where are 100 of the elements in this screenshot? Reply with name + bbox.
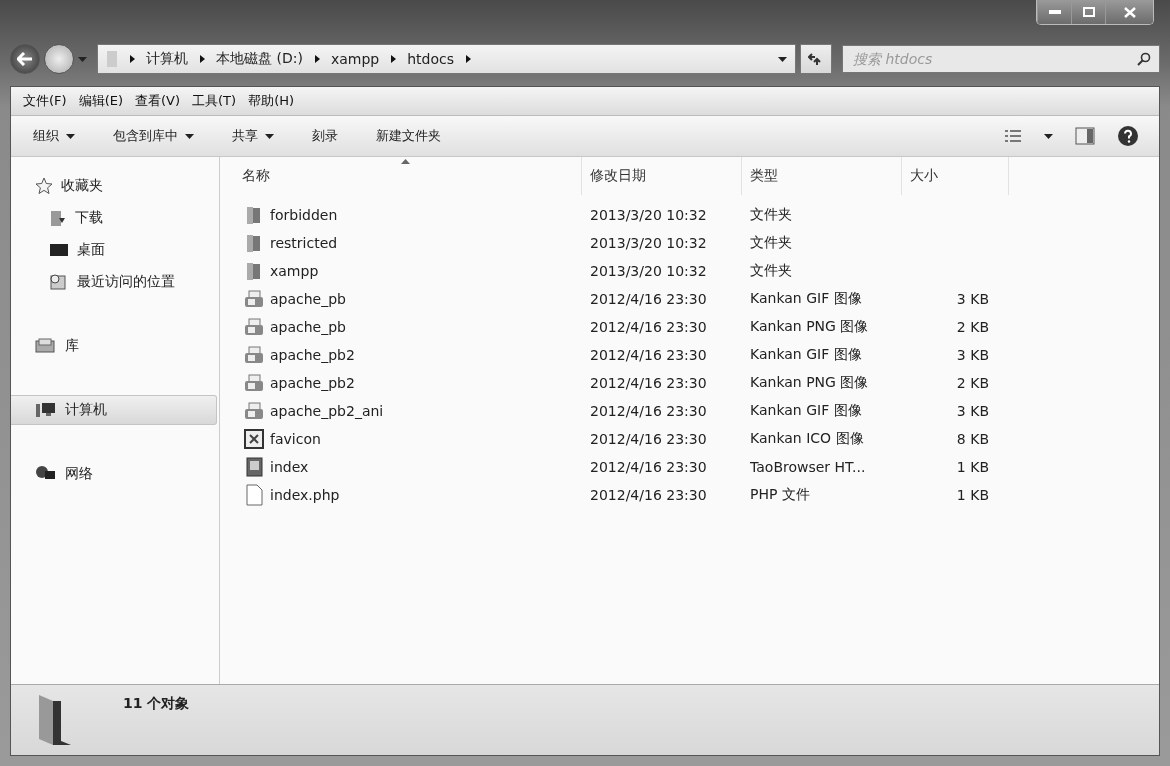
nav-item[interactable]: 收藏夹 <box>11 171 217 201</box>
nav-item[interactable]: 网络 <box>11 459 217 489</box>
file-size: 3 KB <box>956 291 989 307</box>
back-arrow-icon <box>17 52 33 66</box>
column-header[interactable]: 类型 <box>742 157 902 195</box>
file-name[interactable]: restricted <box>270 235 338 251</box>
library-icon <box>35 337 57 355</box>
file-type: Kankan GIF 图像 <box>750 290 862 308</box>
refresh-button[interactable] <box>800 44 832 74</box>
nav-label: 计算机 <box>65 401 107 419</box>
forward-button[interactable] <box>44 44 74 74</box>
chevron-icon <box>463 55 472 63</box>
menu-item[interactable]: 查看(V) <box>135 92 181 110</box>
nav-item[interactable]: 下载 <box>11 203 217 233</box>
menu-item[interactable]: 工具(T) <box>192 92 237 110</box>
sort-arrow-icon <box>400 159 410 164</box>
nav-item[interactable]: 桌面 <box>11 235 217 265</box>
toolbar-button[interactable]: 刻录 <box>312 127 376 145</box>
file-size: 3 KB <box>956 403 989 419</box>
search-icon <box>1137 52 1151 66</box>
nav-item[interactable]: 计算机 <box>11 395 217 425</box>
column-header[interactable]: 名称 <box>220 157 582 195</box>
nav-label: 网络 <box>65 465 93 483</box>
breadcrumb-item[interactable]: xampp <box>330 51 380 67</box>
chevron-icon <box>198 55 206 63</box>
nav-label: 最近访问的位置 <box>77 273 175 291</box>
file-name[interactable]: forbidden <box>270 207 338 223</box>
preview-pane-icon[interactable] <box>1075 127 1095 145</box>
chevron-icon <box>128 55 136 63</box>
file-size: 1 KB <box>956 459 989 475</box>
close-icon <box>1123 6 1136 18</box>
column-header[interactable]: 大小 <box>902 157 1009 195</box>
modified-date: 2012/4/16 23:30 <box>590 431 707 447</box>
image-file-icon <box>244 317 264 337</box>
caret-icon <box>185 133 194 139</box>
modified-date: 2013/3/20 10:32 <box>590 207 707 223</box>
file-size: 8 KB <box>956 431 989 447</box>
chevron-icon <box>312 55 321 63</box>
file-name[interactable]: xampp <box>270 263 319 279</box>
html-file-icon <box>244 457 264 477</box>
nav-item[interactable]: 最近访问的位置 <box>11 267 217 297</box>
file-type: Kankan GIF 图像 <box>750 346 862 364</box>
nav-label: 库 <box>65 337 79 355</box>
toolbar-button[interactable]: 包含到库中 <box>113 127 232 145</box>
nav-label: 桌面 <box>77 241 105 259</box>
document-icon <box>244 484 264 506</box>
search-field[interactable]: 搜索 htdocs <box>842 45 1160 73</box>
close-button[interactable] <box>1105 0 1153 24</box>
menu-item[interactable]: 文件(F) <box>23 92 67 110</box>
modified-date: 2012/4/16 23:30 <box>590 487 707 503</box>
file-name[interactable]: index.php <box>270 487 340 503</box>
address-bar[interactable]: 计算机 本地磁盘 (D:) xampp htdocs <box>97 44 796 74</box>
column-header[interactable]: 修改日期 <box>582 157 742 195</box>
menu-item[interactable]: 编辑(E) <box>78 92 123 110</box>
toolbar-button[interactable]: 共享 <box>232 127 312 145</box>
file-type: Kankan PNG 图像 <box>750 374 869 392</box>
file-size: 2 KB <box>956 375 989 391</box>
file-name[interactable]: apache_pb <box>270 291 346 307</box>
icon-file-icon <box>244 429 264 449</box>
file-type: TaoBrowser HT... <box>750 459 866 475</box>
minimize-button[interactable] <box>1037 0 1071 24</box>
back-button[interactable] <box>10 44 40 74</box>
breadcrumb-item[interactable]: htdocs <box>407 51 454 67</box>
modified-date: 2012/4/16 23:30 <box>590 347 707 363</box>
file-name[interactable]: apache_pb2 <box>270 347 355 363</box>
menu-item[interactable]: 帮助(H) <box>248 92 295 110</box>
file-type: Kankan ICO 图像 <box>750 430 864 448</box>
caret-icon <box>66 133 75 139</box>
maximize-button[interactable] <box>1071 0 1105 24</box>
file-name[interactable]: apache_pb2_ani <box>270 403 384 419</box>
nav-item[interactable]: 库 <box>11 331 217 361</box>
file-name[interactable]: apache_pb <box>270 319 346 335</box>
image-file-icon <box>244 345 264 365</box>
modified-date: 2013/3/20 10:32 <box>590 263 707 279</box>
file-type: 文件夹 <box>750 262 792 280</box>
toolbar-button[interactable]: 组织 <box>33 127 113 145</box>
modified-date: 2012/4/16 23:30 <box>590 459 707 475</box>
caret-icon <box>265 133 274 139</box>
file-size: 2 KB <box>956 319 989 335</box>
chevron-icon <box>389 55 398 63</box>
folder-icon <box>106 50 118 68</box>
modified-date: 2012/4/16 23:30 <box>590 291 707 307</box>
view-list-icon[interactable] <box>1004 129 1022 143</box>
breadcrumb-item[interactable]: 本地磁盘 (D:) <box>216 50 303 68</box>
modified-date: 2012/4/16 23:30 <box>590 319 707 335</box>
file-name[interactable]: apache_pb2 <box>270 375 355 391</box>
maximize-icon <box>1082 7 1095 17</box>
help-icon[interactable] <box>1117 125 1139 147</box>
breadcrumb-item[interactable]: 计算机 <box>146 50 188 68</box>
file-name[interactable]: favicon <box>270 431 321 447</box>
nav-label: 收藏夹 <box>61 177 103 195</box>
file-size: 3 KB <box>956 347 989 363</box>
image-file-icon <box>244 289 264 309</box>
search-input[interactable]: 搜索 htdocs <box>851 50 1137 68</box>
file-type: Kankan PNG 图像 <box>750 318 869 336</box>
computer-icon <box>35 401 57 419</box>
file-type: PHP 文件 <box>750 486 810 504</box>
toolbar-button[interactable]: 新建文件夹 <box>376 127 479 145</box>
file-name[interactable]: index <box>270 459 309 475</box>
status-text: 11 个对象 <box>123 695 190 713</box>
